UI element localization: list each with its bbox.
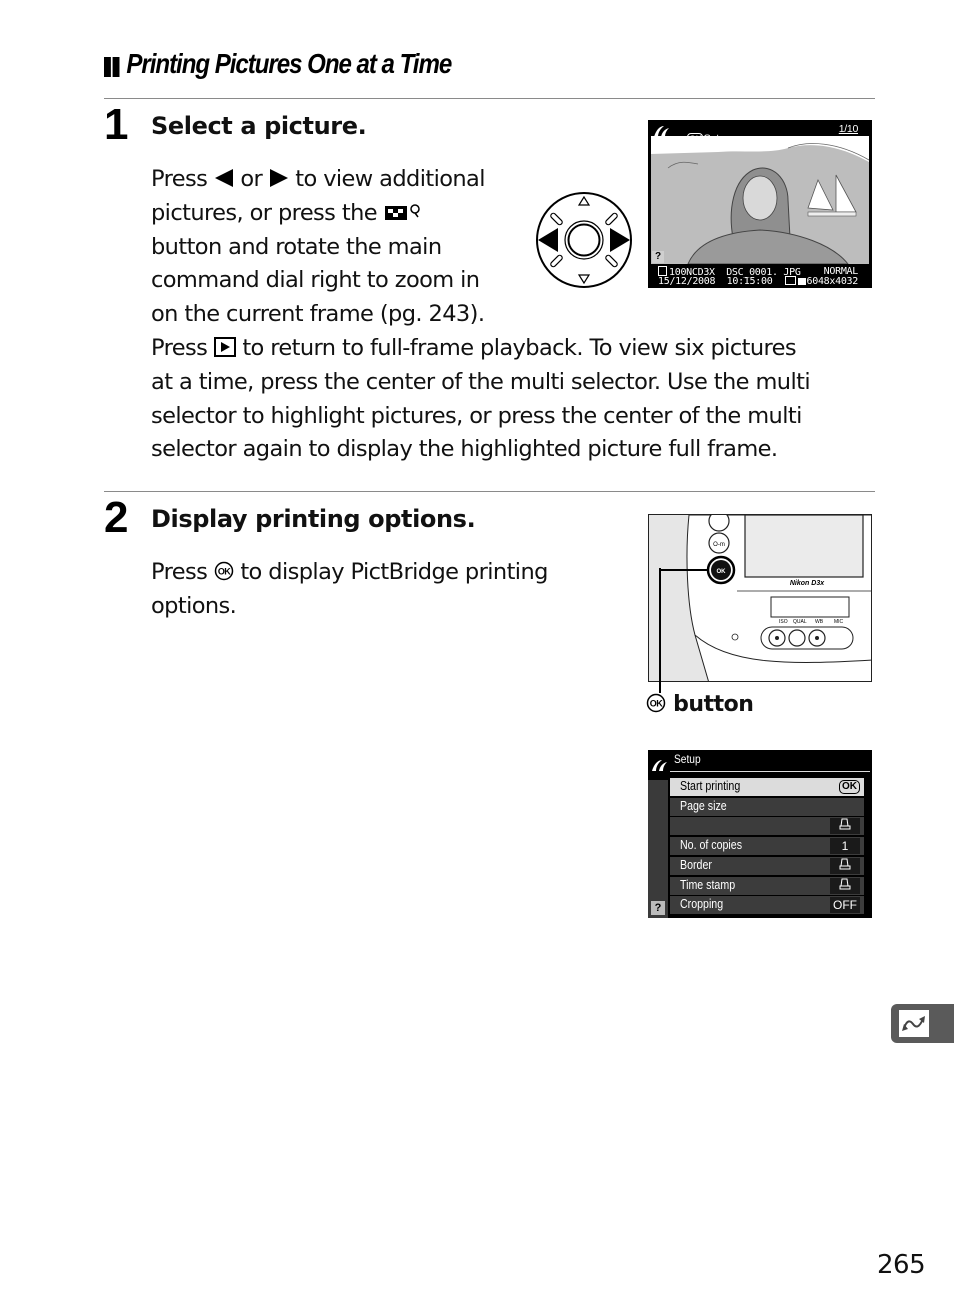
callout-line <box>659 568 661 693</box>
mic-label: MIC <box>834 619 844 625</box>
svg-text:OK: OK <box>717 569 727 575</box>
connection-icon <box>902 1016 925 1031</box>
ok-button-icon: OK <box>646 693 666 713</box>
protect-icon <box>658 266 667 276</box>
section-title-text: Printing Pictures One at a Time <box>126 48 452 79</box>
menu-item-page-size[interactable]: Page size <box>670 798 864 816</box>
svg-text:O-m: O-m <box>713 542 725 548</box>
printer-default-icon <box>839 878 851 890</box>
printer-default-icon <box>839 858 851 870</box>
pictbridge-icon <box>654 126 669 137</box>
svg-text:OK: OK <box>218 567 231 577</box>
info-line-2-left: 15/12/2008 10:15:00 <box>658 276 773 287</box>
setup-menu-screen: Setup Start printing OK Page size No. of… <box>648 750 872 918</box>
ok-icon: OK <box>839 780 860 794</box>
step-2-heading: Display printing options. <box>151 505 476 533</box>
help-icon: ? <box>652 251 664 263</box>
menu-item-start-printing[interactable]: Start printing OK <box>670 778 864 796</box>
right-arrow-icon <box>269 169 288 187</box>
chapter-tab[interactable] <box>891 1004 954 1043</box>
menu-title: Setup <box>674 752 701 766</box>
pictbridge-icon <box>652 760 667 771</box>
ok-button-caption: OK button <box>646 692 754 717</box>
wb-label: WB <box>815 619 824 625</box>
frame-counter: 1/10 <box>838 123 858 135</box>
playback-screen: OK Setup 1/10 ? 100NCD3X DSC_0001. JPG NO… <box>648 120 872 288</box>
section-divider <box>104 98 875 99</box>
left-arrow-icon <box>214 169 233 187</box>
setup-label: Setup <box>703 133 731 145</box>
help-icon: ? <box>651 901 665 915</box>
playback-icon <box>213 336 236 357</box>
ok-button-icon: OK <box>214 561 234 581</box>
menu-item-copies[interactable]: No. of copies 1 <box>670 837 864 855</box>
iso-label: ISO <box>779 619 788 625</box>
brand-label: Nikon D3x <box>790 580 825 587</box>
menu-item-cropping[interactable]: Cropping OFF <box>670 896 864 914</box>
ok-icon: OK <box>687 133 704 145</box>
menu-item-page-size-value[interactable] <box>670 817 864 835</box>
image-size-icon <box>797 278 806 285</box>
menu-item-border[interactable]: Border <box>670 857 864 875</box>
fx-icon <box>784 276 796 285</box>
thumbnail-zoom-out-icon <box>384 204 420 220</box>
step-2-number: 2 <box>104 493 129 542</box>
qual-label: QUAL <box>793 619 807 625</box>
printer-default-icon <box>839 818 851 830</box>
section-marker-icon <box>104 50 121 82</box>
section-title: Printing Pictures One at a Time <box>104 48 452 82</box>
step-1-heading: Select a picture. <box>151 112 367 140</box>
step-2-body: Press OK to display PictBridge printing … <box>151 559 548 619</box>
qual-button <box>788 629 806 647</box>
step-1-number: 1 <box>104 100 129 149</box>
info-line-2-right: 6048x4032 <box>784 276 858 287</box>
menu-item-time-stamp[interactable]: Time stamp <box>670 877 864 895</box>
multi-selector-icon <box>536 192 632 288</box>
camera-back-illustration: Nikon D3x ISO QUAL WB MIC O-m OK <box>648 514 872 682</box>
step-divider <box>104 491 875 492</box>
svg-text:OK: OK <box>650 699 664 709</box>
page-number: 265 <box>877 1250 926 1280</box>
